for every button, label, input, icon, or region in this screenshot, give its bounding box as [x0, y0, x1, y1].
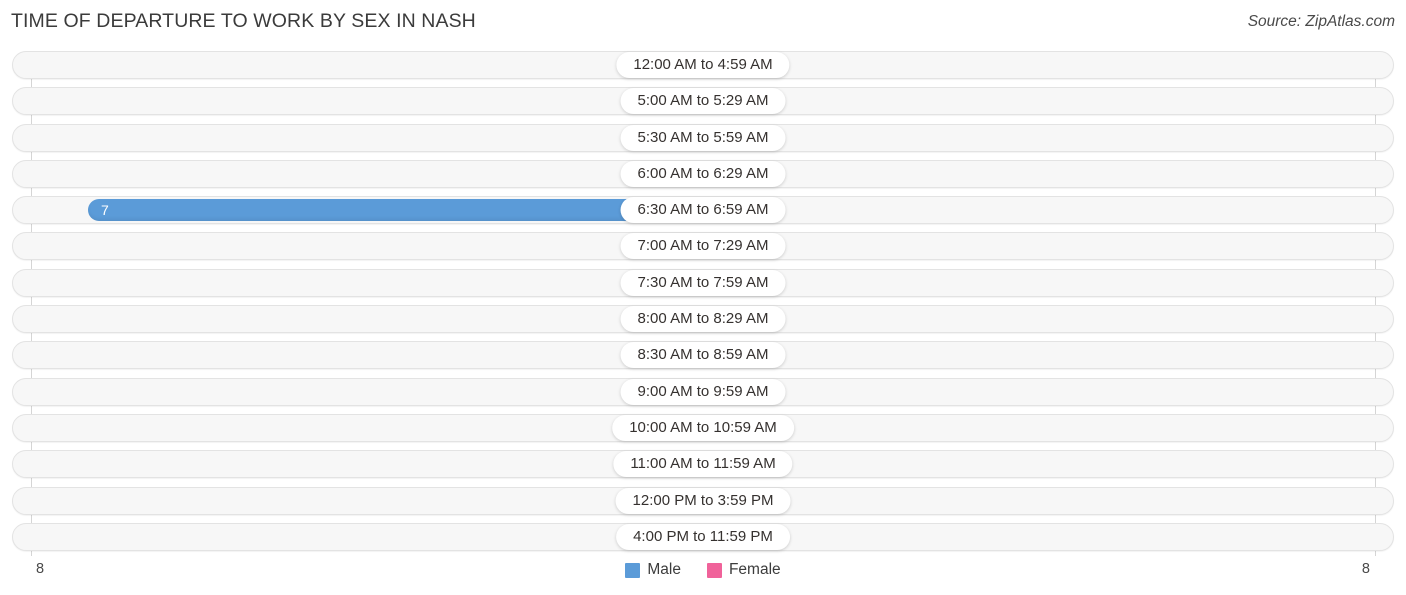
row-category-label: 8:00 AM to 8:29 AM — [620, 306, 786, 333]
row-category-label: 11:00 AM to 11:59 AM — [613, 451, 793, 478]
table-row[interactable]: 004:00 PM to 11:59 PM — [0, 522, 1406, 551]
table-row[interactable]: 008:30 AM to 8:59 AM — [0, 341, 1406, 370]
row-category-label: 12:00 AM to 4:59 AM — [616, 52, 790, 78]
table-row[interactable]: 0012:00 AM to 4:59 AM — [0, 51, 1406, 79]
table-row[interactable]: 005:00 AM to 5:29 AM — [0, 87, 1406, 116]
table-row[interactable]: 7706:30 AM to 6:59 AM — [0, 196, 1406, 225]
bar-male[interactable]: 7 — [88, 199, 703, 222]
table-row[interactable]: 009:00 AM to 9:59 AM — [0, 377, 1406, 406]
table-row[interactable]: 007:00 AM to 7:29 AM — [0, 232, 1406, 261]
chart-legend: Male Female — [0, 561, 1406, 579]
chart-rows: 0012:00 AM to 4:59 AM 005:00 AM to 5:29 A… — [0, 51, 1406, 559]
chart-footer: 8 8 Male Female — [0, 556, 1406, 595]
row-category-label: 7:00 AM to 7:29 AM — [620, 233, 786, 260]
row-category-label: 7:30 AM to 7:59 AM — [620, 269, 786, 296]
page-title: TIME OF DEPARTURE TO WORK BY SEX IN NASH — [11, 10, 476, 32]
row-category-label: 6:30 AM to 6:59 AM — [620, 197, 786, 224]
row-category-label: 6:00 AM to 6:29 AM — [620, 160, 786, 187]
legend-label-female: Female — [728, 561, 781, 578]
legend-swatch-female-icon — [706, 562, 722, 578]
row-category-label: 8:30 AM to 8:59 AM — [620, 342, 786, 369]
chart-plot-area: 0012:00 AM to 4:59 AM 005:00 AM to 5:29 A… — [0, 51, 1406, 556]
table-row[interactable]: 0011:00 AM to 11:59 AM — [0, 450, 1406, 479]
legend-item-male[interactable]: Male — [625, 561, 681, 579]
bar-value-male: 7 — [101, 202, 109, 219]
legend-label-male: Male — [647, 561, 681, 578]
row-category-label: 10:00 AM to 10:59 AM — [612, 414, 794, 441]
row-category-label: 5:00 AM to 5:29 AM — [620, 88, 786, 115]
table-row[interactable]: 005:30 AM to 5:59 AM — [0, 123, 1406, 152]
table-row[interactable]: 008:00 AM to 8:29 AM — [0, 305, 1406, 334]
table-row[interactable]: 0012:00 PM to 3:59 PM — [0, 486, 1406, 515]
legend-item-female[interactable]: Female — [706, 561, 781, 579]
row-category-label: 12:00 PM to 3:59 PM — [615, 487, 791, 514]
row-category-label: 5:30 AM to 5:59 AM — [620, 124, 786, 151]
row-category-label: 4:00 PM to 11:59 PM — [616, 523, 790, 550]
table-row[interactable]: 006:00 AM to 6:29 AM — [0, 159, 1406, 188]
table-row[interactable]: 007:30 AM to 7:59 AM — [0, 268, 1406, 297]
row-category-label: 9:00 AM to 9:59 AM — [620, 378, 786, 405]
source-attribution: Source: ZipAtlas.com — [1247, 13, 1395, 30]
chart-header: TIME OF DEPARTURE TO WORK BY SEX IN NASH… — [0, 0, 1406, 45]
table-row[interactable]: 0010:00 AM to 10:59 AM — [0, 413, 1406, 442]
legend-swatch-male-icon — [625, 562, 641, 578]
